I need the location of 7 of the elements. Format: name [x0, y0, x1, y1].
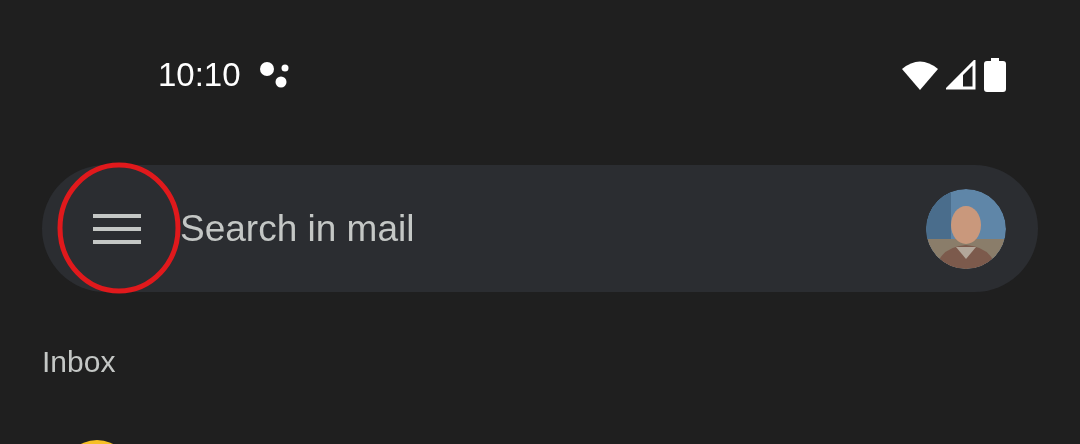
wifi-icon [902, 60, 938, 90]
signal-icon [946, 60, 976, 90]
battery-icon [984, 58, 1006, 92]
search-bar[interactable]: Search in mail [42, 165, 1038, 292]
clock-time: 10:10 [158, 56, 241, 94]
search-field[interactable]: Search in mail [180, 203, 926, 254]
section-title: Inbox [42, 345, 116, 379]
